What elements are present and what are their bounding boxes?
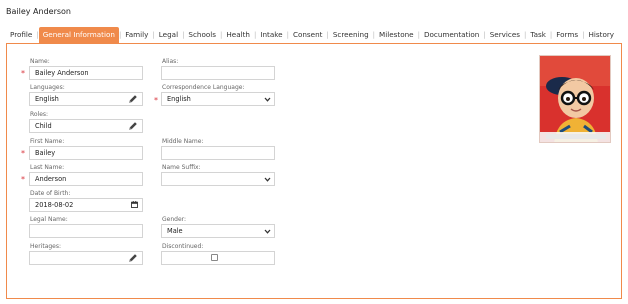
- correspondence-language-label: Correspondence Language:: [162, 84, 245, 91]
- required-marker: *: [21, 175, 25, 184]
- discontinued-field: [161, 251, 275, 265]
- tab-forms[interactable]: Forms: [552, 27, 582, 43]
- alias-field[interactable]: [161, 66, 275, 80]
- discontinued-checkbox[interactable]: [211, 254, 218, 261]
- chevron-down-icon: [264, 229, 271, 234]
- tab-schools[interactable]: Schools: [184, 27, 220, 43]
- legal-name-label: Legal Name:: [30, 216, 68, 223]
- date-of-birth-label: Date of Birth:: [30, 190, 71, 197]
- date-of-birth-field[interactable]: 2018-08-02: [29, 198, 143, 212]
- page-title: Bailey Anderson: [6, 7, 71, 16]
- tab-family[interactable]: Family: [121, 27, 152, 43]
- roles-field[interactable]: Child: [29, 119, 143, 133]
- required-marker: *: [21, 69, 25, 78]
- pencil-icon[interactable]: [128, 121, 138, 131]
- name-suffix-select[interactable]: [161, 172, 275, 186]
- profile-photo: [539, 55, 611, 143]
- gender-select[interactable]: Male: [161, 224, 275, 238]
- chevron-down-icon: [264, 97, 271, 102]
- chevron-down-icon: [264, 177, 271, 182]
- pencil-icon[interactable]: [128, 253, 138, 263]
- gender-label: Gender:: [162, 216, 187, 223]
- tab-history[interactable]: History: [584, 27, 618, 43]
- tab-health[interactable]: Health: [222, 27, 254, 43]
- tab-screening[interactable]: Screening: [329, 27, 373, 43]
- heritages-field[interactable]: [29, 251, 143, 265]
- correspondence-language-select[interactable]: English: [161, 92, 275, 106]
- languages-label: Languages:: [30, 84, 65, 91]
- tab-milestone[interactable]: Milestone: [375, 27, 418, 43]
- child-photo-image: [540, 56, 610, 142]
- name-suffix-label: Name Suffix:: [162, 164, 201, 171]
- legal-name-field[interactable]: [29, 224, 143, 238]
- calendar-icon[interactable]: [131, 201, 138, 208]
- required-marker: *: [21, 149, 25, 158]
- tab-task[interactable]: Task: [526, 27, 550, 43]
- tab-services[interactable]: Services: [486, 27, 524, 43]
- first-name-field[interactable]: Bailey: [29, 146, 143, 160]
- tab-general-information[interactable]: General Information: [38, 27, 119, 43]
- tab-consent[interactable]: Consent: [289, 27, 327, 43]
- languages-field[interactable]: English: [29, 92, 143, 106]
- first-name-label: First Name:: [30, 138, 65, 145]
- tab-documentation[interactable]: Documentation: [420, 27, 483, 43]
- alias-label: Alias:: [162, 58, 179, 65]
- tab-legal[interactable]: Legal: [155, 27, 182, 43]
- tab-intake[interactable]: Intake: [256, 27, 286, 43]
- required-marker: *: [154, 96, 158, 105]
- tab-profile[interactable]: Profile: [6, 27, 36, 43]
- name-field[interactable]: Bailey Anderson: [29, 66, 143, 80]
- discontinued-label: Discontinued:: [162, 243, 204, 250]
- middle-name-label: Middle Name:: [162, 138, 204, 145]
- middle-name-field[interactable]: [161, 146, 275, 160]
- tab-bar: Profile | General Information | Family | Le…: [6, 27, 618, 43]
- last-name-field[interactable]: Anderson: [29, 172, 143, 186]
- name-label: Name:: [30, 58, 50, 65]
- pencil-icon[interactable]: [128, 94, 138, 104]
- roles-label: Roles:: [30, 111, 49, 118]
- last-name-label: Last Name:: [30, 164, 65, 171]
- heritages-label: Heritages:: [30, 243, 62, 250]
